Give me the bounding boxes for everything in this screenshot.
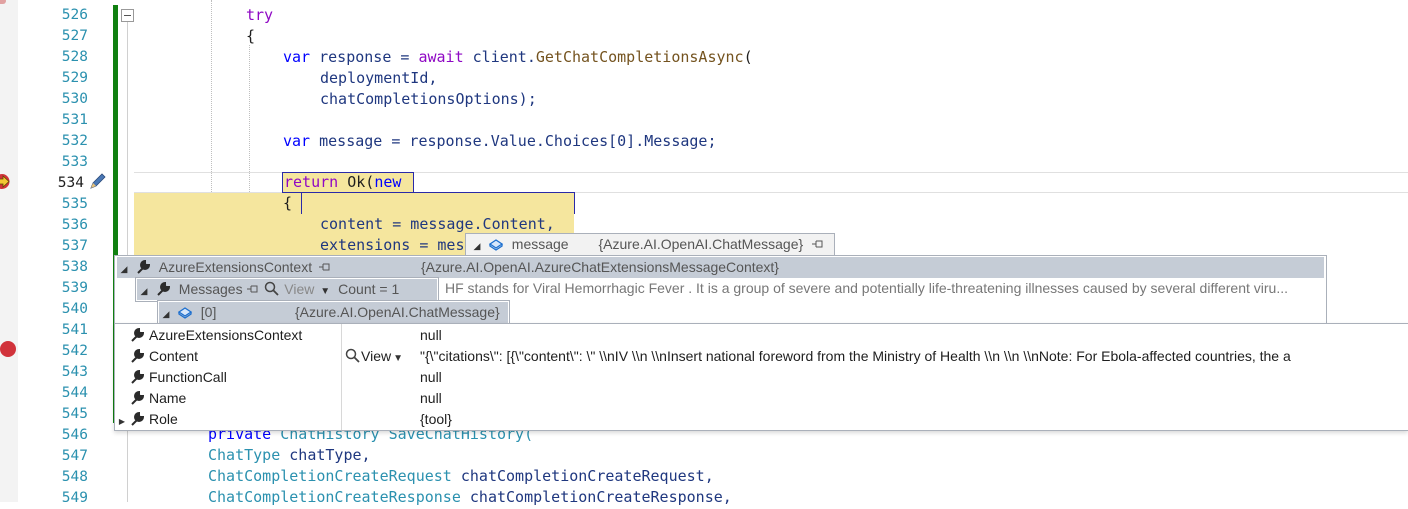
datatip-property-row[interactable]: Content View ▼ "{\"citations\": [{\"content… <box>115 346 1407 367</box>
view-button[interactable]: View <box>284 281 314 297</box>
line-number[interactable]: 533 <box>22 152 88 173</box>
code-line-548[interactable]: ChatCompletionCreateRequest chatCompleti… <box>208 466 714 487</box>
dropdown-arrow-icon[interactable]: ▼ <box>391 348 405 369</box>
expand-arrow-icon[interactable]: ◢ <box>470 236 484 257</box>
line-number[interactable]: 529 <box>22 68 88 89</box>
pin-icon[interactable] <box>318 262 332 272</box>
code-line-537[interactable]: extensions = mes <box>320 235 465 256</box>
statement-highlight-border <box>301 192 575 214</box>
datatip-item-name: [0] <box>200 304 217 320</box>
edit-and-continue-icon[interactable] <box>88 171 108 191</box>
code-line-532[interactable]: var message = response.Value.Choices[0].… <box>283 131 716 152</box>
datatip-property-row[interactable]: Name null <box>115 388 1407 409</box>
datatip-property-name: Content <box>149 348 199 364</box>
code-line-529[interactable]: deploymentId, <box>320 68 437 89</box>
line-number[interactable]: 535 <box>22 194 88 215</box>
datatip-property-row[interactable]: AzureExtensionsContext null <box>115 325 1407 346</box>
breakpoint-icon[interactable] <box>0 341 16 357</box>
datatip-property-value[interactable]: {tool} <box>420 409 452 430</box>
code-line-547[interactable]: ChatType chatType, <box>208 445 371 466</box>
expand-arrow-icon[interactable]: ◢ <box>159 304 173 325</box>
line-number[interactable]: 546 <box>22 425 88 446</box>
datatip-property-value[interactable]: "{\"citations\": [{\"content\": \" \\nIV… <box>420 346 1291 367</box>
code-line-526[interactable]: try <box>246 5 273 26</box>
wrench-icon <box>131 369 145 384</box>
datatip-message-name: message <box>511 236 569 252</box>
line-number[interactable]: 531 <box>22 110 88 131</box>
code-line-535[interactable]: { <box>283 193 292 214</box>
line-number[interactable]: 530 <box>22 89 88 110</box>
datatip-messages-count: Count = 1 <box>338 281 400 297</box>
datatip-messages-row[interactable]: ◢ Messages View ▼ Count = 1 <box>137 279 437 300</box>
code-line-527[interactable]: { <box>246 26 255 47</box>
datatip-context-value: {Azure.AI.OpenAI.AzureChatExtensionsMess… <box>421 259 779 275</box>
line-number[interactable]: 549 <box>22 488 88 509</box>
current-statement-arrow-icon[interactable] <box>0 173 14 190</box>
view-button[interactable]: View ▼ <box>345 346 405 369</box>
datatip-faded-text: HF stands for Viral Hemorrhagic Fever . … <box>445 280 1289 296</box>
line-number[interactable]: 540 <box>22 299 88 320</box>
magnifier-icon[interactable] <box>345 348 361 364</box>
pin-icon[interactable] <box>246 284 260 294</box>
view-label[interactable]: View <box>361 348 391 364</box>
line-number[interactable]: 542 <box>22 341 88 362</box>
glyph-margin[interactable] <box>0 0 18 502</box>
line-number[interactable]: 547 <box>22 446 88 467</box>
line-number[interactable]: 544 <box>22 383 88 404</box>
line-number[interactable]: 527 <box>22 26 88 47</box>
collapse-icon[interactable] <box>121 9 134 22</box>
datatip-properties[interactable]: AzureExtensionsContext null Content View ▼ "{… <box>114 323 1408 431</box>
pin-icon[interactable] <box>811 239 825 249</box>
datatip-messages-name: Messages <box>178 281 243 297</box>
expand-arrow-icon[interactable]: ◢ <box>117 259 131 280</box>
datatip-property-name: Role <box>149 411 178 427</box>
wrench-icon <box>131 327 145 342</box>
line-number[interactable]: 532 <box>22 131 88 152</box>
datatip-message-value: {Azure.AI.OpenAI.ChatMessage} <box>598 236 804 252</box>
code-line-530[interactable]: chatCompletionsOptions); <box>320 89 537 110</box>
expand-arrow-icon[interactable]: ▶ <box>115 411 129 432</box>
object-icon <box>488 239 504 251</box>
line-number[interactable]: 545 <box>22 404 88 425</box>
datatip-property-value[interactable]: null <box>420 367 442 388</box>
datatip-item[interactable]: ◢ [0] {Azure.AI.OpenAI.ChatMessage} <box>157 300 510 325</box>
line-number[interactable]: 538 <box>22 257 88 278</box>
datatip-message-row[interactable]: ◢ message {Azure.AI.OpenAI.ChatMessage} <box>470 234 825 255</box>
object-icon <box>177 307 193 319</box>
datatip-property-name: FunctionCall <box>149 369 227 385</box>
code-line-549[interactable]: ChatCompletionCreateResponse chatComplet… <box>208 487 732 508</box>
line-number[interactable]: 539 <box>22 278 88 299</box>
line-number[interactable]: 541 <box>22 320 88 341</box>
datatip-property-row[interactable]: FunctionCall null <box>115 367 1407 388</box>
line-number[interactable]: 548 <box>22 467 88 488</box>
datatip-property-name: AzureExtensionsContext <box>149 327 303 343</box>
wrench-icon <box>157 281 170 296</box>
datatip-message[interactable]: ◢ message {Azure.AI.OpenAI.ChatMessage} <box>465 233 835 256</box>
line-number[interactable]: 526 <box>22 5 88 26</box>
wrench-icon <box>131 390 145 405</box>
datatip-item-row[interactable]: ◢ [0] {Azure.AI.OpenAI.ChatMessage} <box>159 302 508 323</box>
code-line-536[interactable]: content = message.Content, <box>320 214 555 235</box>
datatip-property-row[interactable]: ▶ Role {tool} <box>115 409 1407 430</box>
wrench-icon <box>131 411 145 426</box>
datatip-item-value: {Azure.AI.OpenAI.ChatMessage} <box>295 304 500 320</box>
datatip-property-value[interactable]: null <box>420 325 442 346</box>
datatip-messages[interactable]: ◢ Messages View ▼ Count = 1 <box>135 277 439 302</box>
line-number[interactable]: 543 <box>22 362 88 383</box>
expand-arrow-icon[interactable]: ◢ <box>137 281 151 302</box>
code-line-534[interactable]: return Ok(new <box>284 172 401 193</box>
datatip-context-name: AzureExtensionsContext <box>158 259 313 275</box>
code-line-528[interactable]: var response = await client.GetChatCompl… <box>283 47 753 68</box>
datatip-property-value[interactable]: null <box>420 388 442 409</box>
datatip-context-row[interactable]: ◢ AzureExtensionsContext {Azure.AI.OpenA… <box>117 257 1324 278</box>
wrench-icon <box>131 348 145 363</box>
datatip-property-name: Name <box>149 390 187 406</box>
line-number[interactable]: 537 <box>22 236 88 257</box>
wrench-icon <box>137 259 150 274</box>
line-number[interactable]: 536 <box>22 215 88 236</box>
magnifier-icon[interactable] <box>264 281 280 297</box>
dropdown-arrow-icon[interactable]: ▼ <box>318 281 332 302</box>
line-number[interactable]: 528 <box>22 47 88 68</box>
line-number[interactable]: 534 <box>22 173 84 194</box>
